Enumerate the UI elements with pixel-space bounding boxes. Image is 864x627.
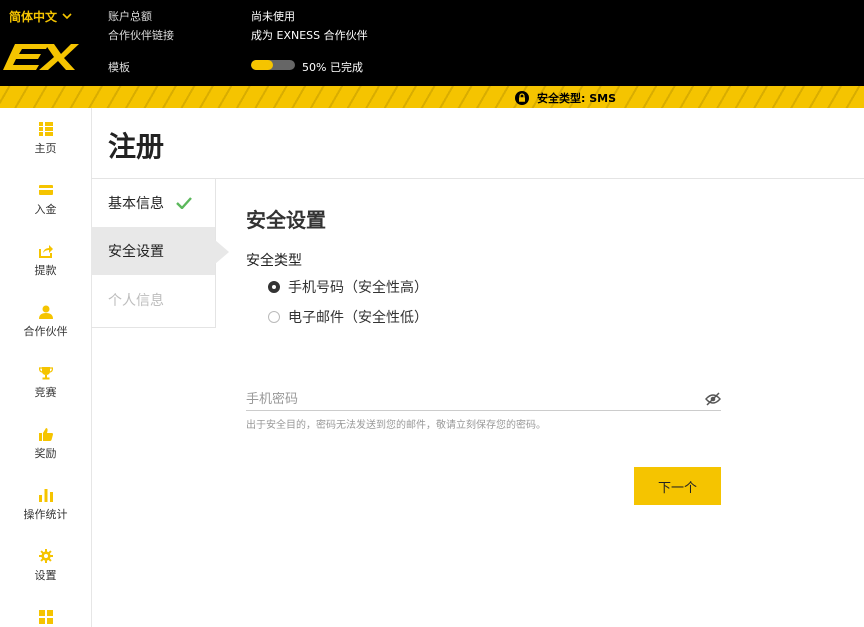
phone-password-input[interactable] bbox=[246, 392, 676, 407]
sidebar-item-label: 合作伙伴 bbox=[23, 325, 68, 338]
sidebar-item-label: 设置 bbox=[34, 569, 57, 582]
security-type-text: 安全类型: SMS bbox=[537, 92, 617, 105]
share-out-icon bbox=[38, 245, 53, 258]
sidebar-item-label: 奖励 bbox=[34, 447, 57, 460]
security-type-label: 安全类型 bbox=[246, 253, 302, 269]
partner-link-label: 合作伙伴链接 bbox=[108, 29, 174, 42]
security-type-indicator: 安全类型: SMS bbox=[515, 90, 616, 106]
sidebar-item-statistics[interactable]: 操作统计 bbox=[0, 488, 91, 522]
sidebar-nav: 主页 入金 提款 合作伙伴 竞赛 奖励 操作统计 设置 bbox=[0, 108, 92, 627]
gear-icon bbox=[38, 549, 53, 563]
sidebar-item-deposit[interactable]: 入金 bbox=[0, 183, 91, 217]
lock-icon bbox=[515, 91, 529, 105]
next-button[interactable]: 下一个 bbox=[634, 467, 721, 505]
phone-password-field bbox=[246, 388, 721, 411]
language-label: 简体中文 bbox=[9, 10, 58, 24]
step-basic-info[interactable]: 基本信息 bbox=[91, 179, 215, 227]
registration-steps: 基本信息 安全设置 个人信息 bbox=[91, 179, 216, 328]
radio-button[interactable] bbox=[268, 281, 280, 293]
sidebar-item-label: 操作统计 bbox=[23, 508, 68, 521]
progress-fill bbox=[251, 60, 273, 70]
chevron-down-icon bbox=[62, 13, 72, 20]
language-selector[interactable]: 简体中文 bbox=[9, 8, 72, 25]
sidebar-item-contests[interactable]: 竞赛 bbox=[0, 366, 91, 400]
sidebar-item-withdraw[interactable]: 提款 bbox=[0, 244, 91, 278]
person-icon bbox=[38, 305, 53, 319]
sidebar-item-partner[interactable]: 合作伙伴 bbox=[0, 305, 91, 339]
page-title: 注册 bbox=[108, 130, 165, 163]
registration-progress-bar bbox=[251, 60, 295, 70]
top-header: 简体中文 账户总额 尚未使用 合作伙伴链接 成为 EXNESS 合作伙伴 模板 … bbox=[0, 0, 864, 86]
sidebar-item-label: 提款 bbox=[34, 264, 57, 277]
step-personal-info: 个人信息 bbox=[91, 276, 215, 324]
progress-text: 50% 已完成 bbox=[302, 61, 363, 74]
account-balance-value: 尚未使用 bbox=[251, 10, 295, 23]
radio-button[interactable] bbox=[268, 311, 280, 323]
template-label: 模板 bbox=[108, 61, 130, 74]
step-label: 个人信息 bbox=[108, 293, 164, 309]
card-icon bbox=[38, 185, 53, 195]
security-stripe bbox=[0, 86, 864, 108]
radio-email[interactable]: 电子邮件（安全性低） bbox=[268, 307, 428, 327]
step-label: 安全设置 bbox=[108, 244, 164, 260]
radio-phone[interactable]: 手机号码（安全性高） bbox=[268, 277, 428, 297]
active-step-arrow bbox=[215, 240, 229, 264]
sidebar-item-label: 入金 bbox=[34, 203, 57, 216]
sidebar-item-apps[interactable] bbox=[0, 610, 91, 624]
sidebar-item-home[interactable]: 主页 bbox=[0, 122, 91, 156]
exness-logo bbox=[3, 44, 79, 70]
checkmark-icon bbox=[176, 197, 192, 209]
step-security-settings[interactable]: 安全设置 bbox=[91, 227, 215, 275]
step-label: 基本信息 bbox=[108, 196, 164, 212]
sidebar-item-label: 主页 bbox=[34, 142, 57, 155]
radio-label: 电子邮件（安全性低） bbox=[288, 310, 428, 326]
bar-chart-icon bbox=[38, 489, 53, 502]
radio-label: 手机号码（安全性高） bbox=[288, 280, 428, 296]
sidebar-item-label: 竞赛 bbox=[34, 386, 57, 399]
sidebar-item-settings[interactable]: 设置 bbox=[0, 549, 91, 583]
apps-grid-icon bbox=[38, 610, 53, 624]
section-title: 安全设置 bbox=[246, 208, 326, 232]
hide-password-icon[interactable] bbox=[705, 392, 721, 406]
thumbs-up-icon bbox=[38, 428, 53, 441]
account-balance-label: 账户总额 bbox=[108, 10, 152, 23]
password-hint: 出于安全目的，密码无法发送到您的邮件，敬请立刻保存您的密码。 bbox=[246, 420, 546, 431]
sidebar-item-rewards[interactable]: 奖励 bbox=[0, 427, 91, 461]
trophy-icon bbox=[38, 367, 53, 380]
become-partner-link[interactable]: 成为 EXNESS 合作伙伴 bbox=[251, 27, 368, 43]
home-grid-icon bbox=[38, 122, 53, 136]
